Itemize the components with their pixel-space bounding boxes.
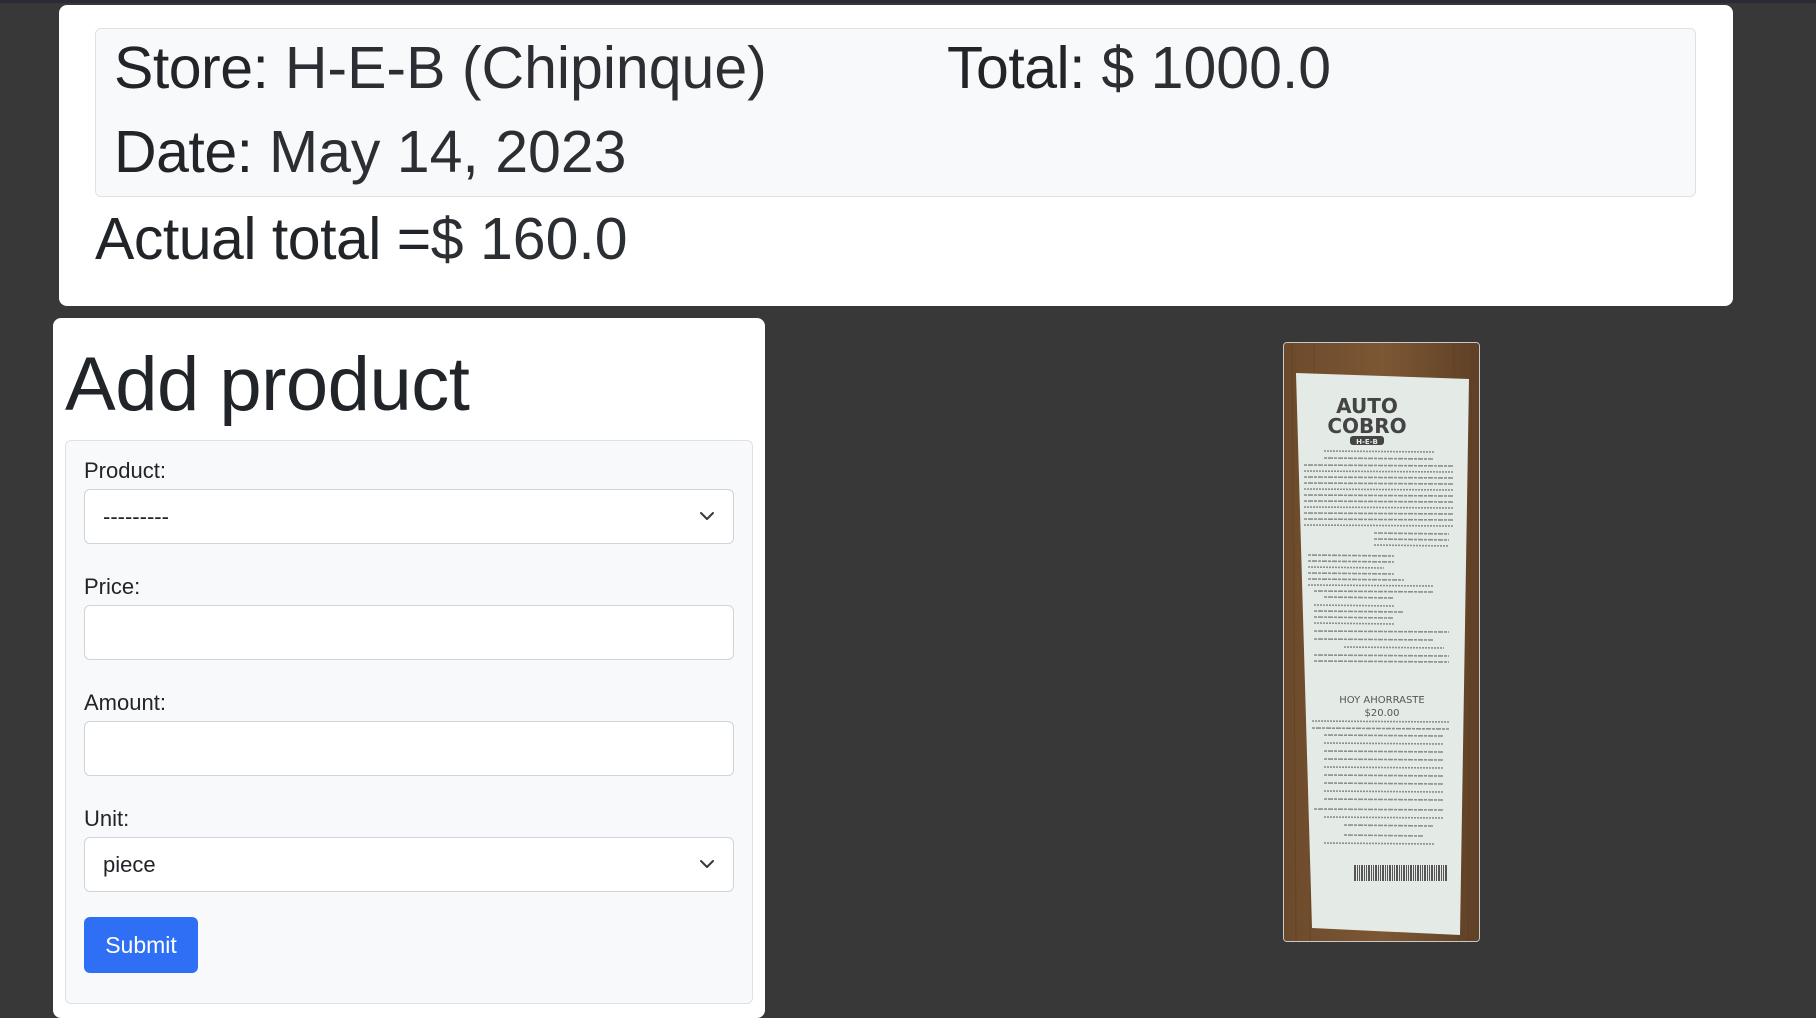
add-product-form: Product: --------- Price: Amount: Unit: …	[65, 440, 753, 1004]
barcode-bar	[1436, 865, 1437, 881]
receipt-print-line	[1303, 476, 1455, 479]
barcode-bar	[1387, 865, 1388, 881]
barcode-bar	[1408, 865, 1409, 881]
barcode-bar	[1396, 865, 1398, 881]
receipt-print-line	[1323, 450, 1435, 453]
product-select[interactable]: ---------	[84, 489, 734, 544]
date-value: May 14, 2023	[268, 119, 627, 185]
barcode-bar	[1373, 865, 1374, 881]
price-input[interactable]	[84, 605, 734, 660]
barcode-bar	[1389, 865, 1391, 881]
product-select-value: ---------	[103, 504, 169, 529]
barcode-bar	[1410, 865, 1412, 881]
barcode-bar	[1371, 865, 1372, 881]
receipt-print-line	[1323, 842, 1435, 845]
unit-select-value: piece	[103, 852, 156, 877]
barcode-bar	[1368, 865, 1370, 881]
barcode-bar	[1415, 865, 1416, 881]
barcode-bar	[1422, 865, 1423, 881]
barcode-bar	[1438, 865, 1440, 881]
receipt-summary-card: Store: H-E-B (Chipinque) Total: $ 1000.0…	[59, 5, 1733, 306]
barcode-bar	[1424, 865, 1426, 881]
barcode-bar	[1406, 865, 1407, 881]
amount-label: Amount:	[84, 690, 166, 715]
submit-button[interactable]: Submit	[84, 917, 198, 973]
receipt-image: AUTO COBRO H-E-B HOY AHORRASTE $20.00	[1284, 343, 1479, 941]
barcode-bar	[1392, 865, 1393, 881]
chevron-down-icon	[700, 512, 714, 520]
top-border	[0, 0, 1816, 3]
barcode-bar	[1385, 865, 1386, 881]
form-title: Add product	[65, 342, 470, 427]
barcode-bar	[1413, 865, 1414, 881]
total-label: Total:	[947, 35, 1086, 101]
receipt-print-line	[1303, 518, 1455, 521]
barcode-bar	[1394, 865, 1395, 881]
store-label: Store:	[114, 35, 269, 101]
receipt-header-line2: COBRO	[1327, 414, 1406, 438]
store-line: Store: H-E-B (Chipinque)	[114, 33, 767, 103]
barcode-bar	[1427, 865, 1428, 881]
receipt-header-box: Store: H-E-B (Chipinque) Total: $ 1000.0…	[95, 28, 1696, 197]
total-line: Total: $ 1000.0	[947, 33, 1331, 103]
receipt-print-line	[1313, 630, 1450, 633]
barcode-bar	[1361, 865, 1363, 881]
actual-total-value: $ 160.0	[430, 206, 628, 272]
price-label: Price:	[84, 574, 141, 599]
barcode-bar	[1357, 865, 1358, 881]
receipt-photo: AUTO COBRO H-E-B HOY AHORRASTE $20.00	[1283, 342, 1480, 942]
barcode-bar	[1364, 865, 1365, 881]
receipt-brand: H-E-B	[1356, 438, 1378, 446]
barcode-bar	[1382, 865, 1384, 881]
barcode-bar	[1445, 865, 1447, 881]
date-line: Date: May 14, 2023	[114, 117, 626, 187]
receipt-print-line	[1311, 727, 1450, 730]
receipt-saved-line: HOY AHORRASTE	[1339, 695, 1424, 706]
barcode-bar	[1399, 865, 1400, 881]
barcode-bar	[1420, 865, 1421, 881]
receipt-print-line	[1303, 482, 1455, 485]
chevron-down-icon	[700, 860, 714, 868]
barcode-bar	[1378, 865, 1379, 881]
actual-total-label: Actual total =	[95, 206, 431, 272]
barcode-bar	[1354, 865, 1356, 881]
actual-total-line: Actual total =$ 160.0	[95, 204, 628, 274]
receipt-print-line	[1303, 500, 1455, 503]
unit-select[interactable]: piece	[84, 837, 734, 892]
add-product-card: Add product Product: --------- Price: Am…	[53, 318, 765, 1018]
total-value: $ 1000.0	[1101, 35, 1332, 101]
barcode-bar	[1429, 865, 1430, 881]
barcode-bar	[1441, 865, 1442, 881]
receipt-print-line	[1303, 494, 1455, 497]
barcode-bar	[1434, 865, 1435, 881]
barcode-bar	[1366, 865, 1367, 881]
barcode-bar	[1375, 865, 1377, 881]
barcode-bar	[1359, 865, 1360, 881]
receipt-print-line	[1313, 654, 1450, 657]
barcode-bar	[1443, 865, 1444, 881]
receipt-print-line	[1307, 578, 1405, 581]
barcode-bar	[1403, 865, 1405, 881]
date-label: Date:	[114, 119, 253, 185]
unit-label: Unit:	[84, 806, 130, 831]
barcode-bar	[1380, 865, 1381, 881]
barcode-bar	[1417, 865, 1419, 881]
store-value: H-E-B (Chipinque)	[284, 35, 767, 101]
barcode-bar	[1401, 865, 1402, 881]
receipt-saved-amount: $20.00	[1365, 708, 1400, 719]
receipt-print-line	[1303, 464, 1455, 467]
product-label: Product:	[84, 458, 166, 483]
amount-input[interactable]	[84, 721, 734, 776]
receipt-print-line	[1313, 660, 1450, 663]
receipt-print-line	[1303, 512, 1455, 515]
barcode-bar	[1431, 865, 1433, 881]
